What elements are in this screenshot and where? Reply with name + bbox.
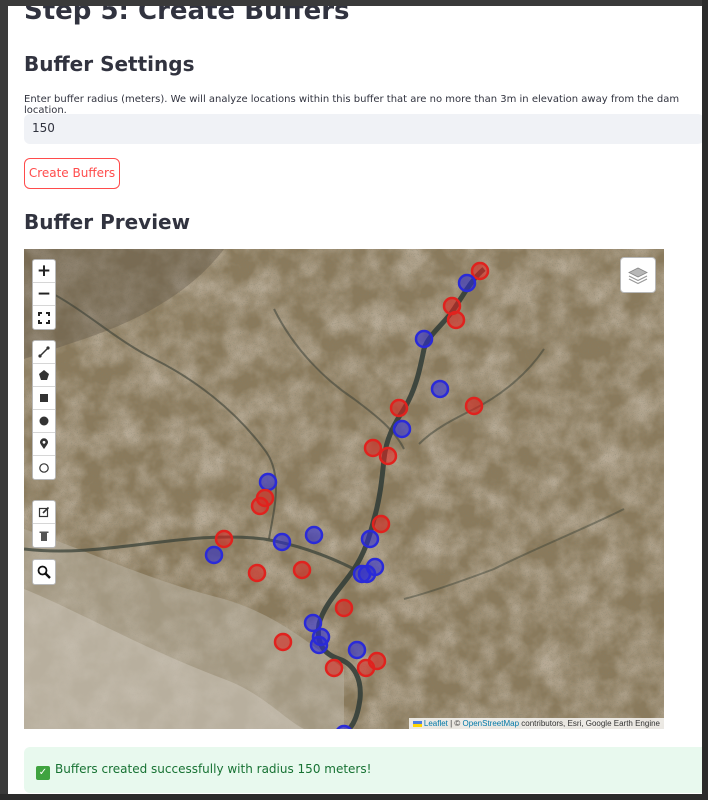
osm-link[interactable]: OpenStreetMap (463, 719, 519, 728)
red-buffer-circle[interactable] (334, 598, 354, 618)
draw-toolbar (32, 340, 56, 480)
map-attribution: Leaflet | © OpenStreetMap contributors, … (408, 718, 664, 729)
red-buffer-circle[interactable] (292, 560, 312, 580)
red-buffer-circle[interactable] (446, 310, 466, 330)
zoom-out-button[interactable]: − (33, 283, 55, 306)
red-buffer-circle[interactable] (389, 398, 409, 418)
blue-buffer-circle[interactable] (360, 529, 380, 549)
search-button[interactable] (33, 560, 55, 584)
blue-buffer-circle[interactable] (304, 525, 324, 545)
red-buffer-circle[interactable] (464, 396, 484, 416)
attribution-separator: | © (447, 719, 463, 728)
draw-rectangle-icon (40, 394, 48, 402)
buffer-radius-value: 150 (32, 121, 55, 135)
settings-heading: Buffer Settings (24, 52, 195, 76)
create-buffers-button[interactable]: Create Buffers (24, 158, 120, 189)
red-buffer-circle[interactable] (273, 632, 293, 652)
red-buffer-circle[interactable] (378, 446, 398, 466)
draw-polygon-button[interactable] (33, 364, 55, 387)
edit-layers-icon (38, 506, 50, 518)
edit-toolbar (32, 500, 56, 548)
blue-buffer-circle[interactable] (204, 545, 224, 565)
map-view[interactable]: + − Leaflet | © OpenStreetMap contributo… (24, 249, 664, 729)
draw-circlemarker-icon (39, 462, 49, 473)
blue-buffer-circle[interactable] (336, 724, 352, 729)
draw-rectangle-button[interactable] (33, 387, 55, 410)
fullscreen-icon (38, 311, 50, 324)
blue-buffer-circle[interactable] (352, 564, 372, 584)
red-buffer-circle[interactable] (371, 514, 391, 534)
edit-layers-button[interactable] (33, 501, 55, 524)
draw-circlemarker-button[interactable] (33, 456, 55, 479)
delete-layers-icon (39, 531, 49, 541)
draw-marker-button[interactable] (33, 433, 55, 456)
buffer-layer (204, 261, 490, 729)
blue-buffer-circle[interactable] (430, 379, 450, 399)
search-control (32, 559, 56, 585)
red-buffer-circle[interactable] (363, 438, 383, 458)
layers-icon (628, 267, 648, 285)
draw-marker-icon (40, 438, 48, 449)
page-title: Step 5: Create Buffers (24, 6, 350, 26)
app-frame: Step 5: Create Buffers Buffer Settings E… (8, 6, 702, 794)
fullscreen-button[interactable] (33, 306, 55, 329)
draw-polygon-icon (39, 370, 49, 380)
red-buffer-circle[interactable] (324, 658, 344, 678)
blue-buffer-circle[interactable] (392, 419, 412, 439)
check-icon: ✓ (36, 766, 50, 780)
red-buffer-circle[interactable] (247, 563, 267, 583)
blue-buffer-circle[interactable] (414, 329, 434, 349)
blue-buffer-circle[interactable] (272, 532, 292, 552)
attribution-text: contributors, Esri, Google Earth Engine (519, 719, 660, 728)
success-message: Buffers created successfully with radius… (55, 762, 372, 776)
draw-polyline-button[interactable] (33, 341, 55, 364)
layers-control-button[interactable] (620, 257, 656, 293)
buffer-radius-input[interactable]: 150 (24, 114, 702, 144)
draw-polyline-icon (38, 346, 50, 358)
red-buffer-circle[interactable] (250, 496, 270, 516)
blue-buffer-circle[interactable] (347, 640, 367, 660)
red-buffer-circle[interactable] (470, 261, 490, 281)
search-icon (37, 565, 51, 579)
blue-buffer-circle[interactable] (258, 472, 278, 492)
ukraine-flag-icon (412, 720, 422, 727)
buffer-radius-label: Enter buffer radius (meters). We will an… (24, 94, 680, 116)
zoom-control: + − (32, 259, 56, 330)
blue-buffer-circle[interactable] (457, 273, 477, 293)
draw-circle-button[interactable] (33, 410, 55, 433)
delete-layers-button[interactable] (33, 524, 55, 547)
leaflet-link[interactable]: Leaflet (424, 719, 448, 728)
red-buffer-circle[interactable] (214, 529, 234, 549)
preview-heading: Buffer Preview (24, 210, 191, 234)
zoom-in-button[interactable]: + (33, 260, 55, 283)
blue-buffer-circle[interactable] (309, 635, 329, 655)
success-alert: ✓ Buffers created successfully with radiu… (24, 747, 702, 793)
draw-circle-icon (39, 416, 49, 426)
red-buffer-circle[interactable] (356, 658, 376, 678)
